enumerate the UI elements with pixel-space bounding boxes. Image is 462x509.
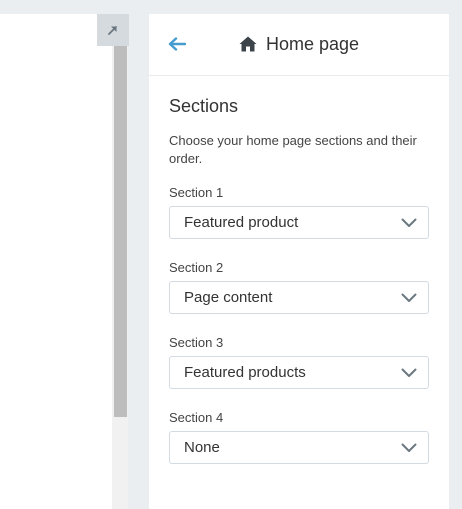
chevron-down-icon (401, 443, 417, 452)
panel-body: Sections Choose your home page sections … (149, 76, 449, 464)
section-4-select[interactable]: None (169, 431, 429, 464)
section-3-value: Featured products (184, 364, 306, 381)
page-title: Home page (149, 32, 449, 58)
sections-description: Choose your home page sections and their… (169, 133, 417, 166)
expand-arrow-icon (108, 26, 117, 35)
section-4-value: None (184, 439, 220, 456)
theme-settings-panel: Home page Sections Choose your home page… (149, 14, 449, 509)
chevron-down-icon (401, 218, 417, 227)
section-1-value: Featured product (184, 214, 299, 231)
section-1-label: Section 1 (169, 185, 224, 200)
expand-preview-button[interactable] (97, 14, 129, 46)
preview-canvas (0, 14, 112, 509)
page-title-text: Home page (265, 34, 360, 54)
preview-scrollbar-thumb[interactable] (114, 46, 127, 417)
section-3-select[interactable]: Featured products (169, 356, 429, 389)
section-2-select[interactable]: Page content (169, 281, 429, 314)
home-icon (239, 36, 257, 52)
section-3-label: Section 3 (169, 335, 224, 350)
section-1-select[interactable]: Featured product (169, 206, 429, 239)
chevron-down-icon (401, 368, 417, 377)
section-2-field: Section 2 Page content (169, 260, 429, 314)
section-1-field: Section 1 Featured product (169, 185, 429, 239)
section-4-field: Section 4 None (169, 410, 429, 464)
section-3-field: Section 3 Featured products (169, 335, 429, 389)
section-2-label: Section 2 (169, 260, 224, 275)
chevron-down-icon (401, 293, 417, 302)
section-4-label: Section 4 (169, 410, 224, 425)
sections-heading: Sections (169, 96, 239, 116)
panel-header: Home page (149, 14, 449, 76)
section-2-value: Page content (184, 289, 273, 306)
